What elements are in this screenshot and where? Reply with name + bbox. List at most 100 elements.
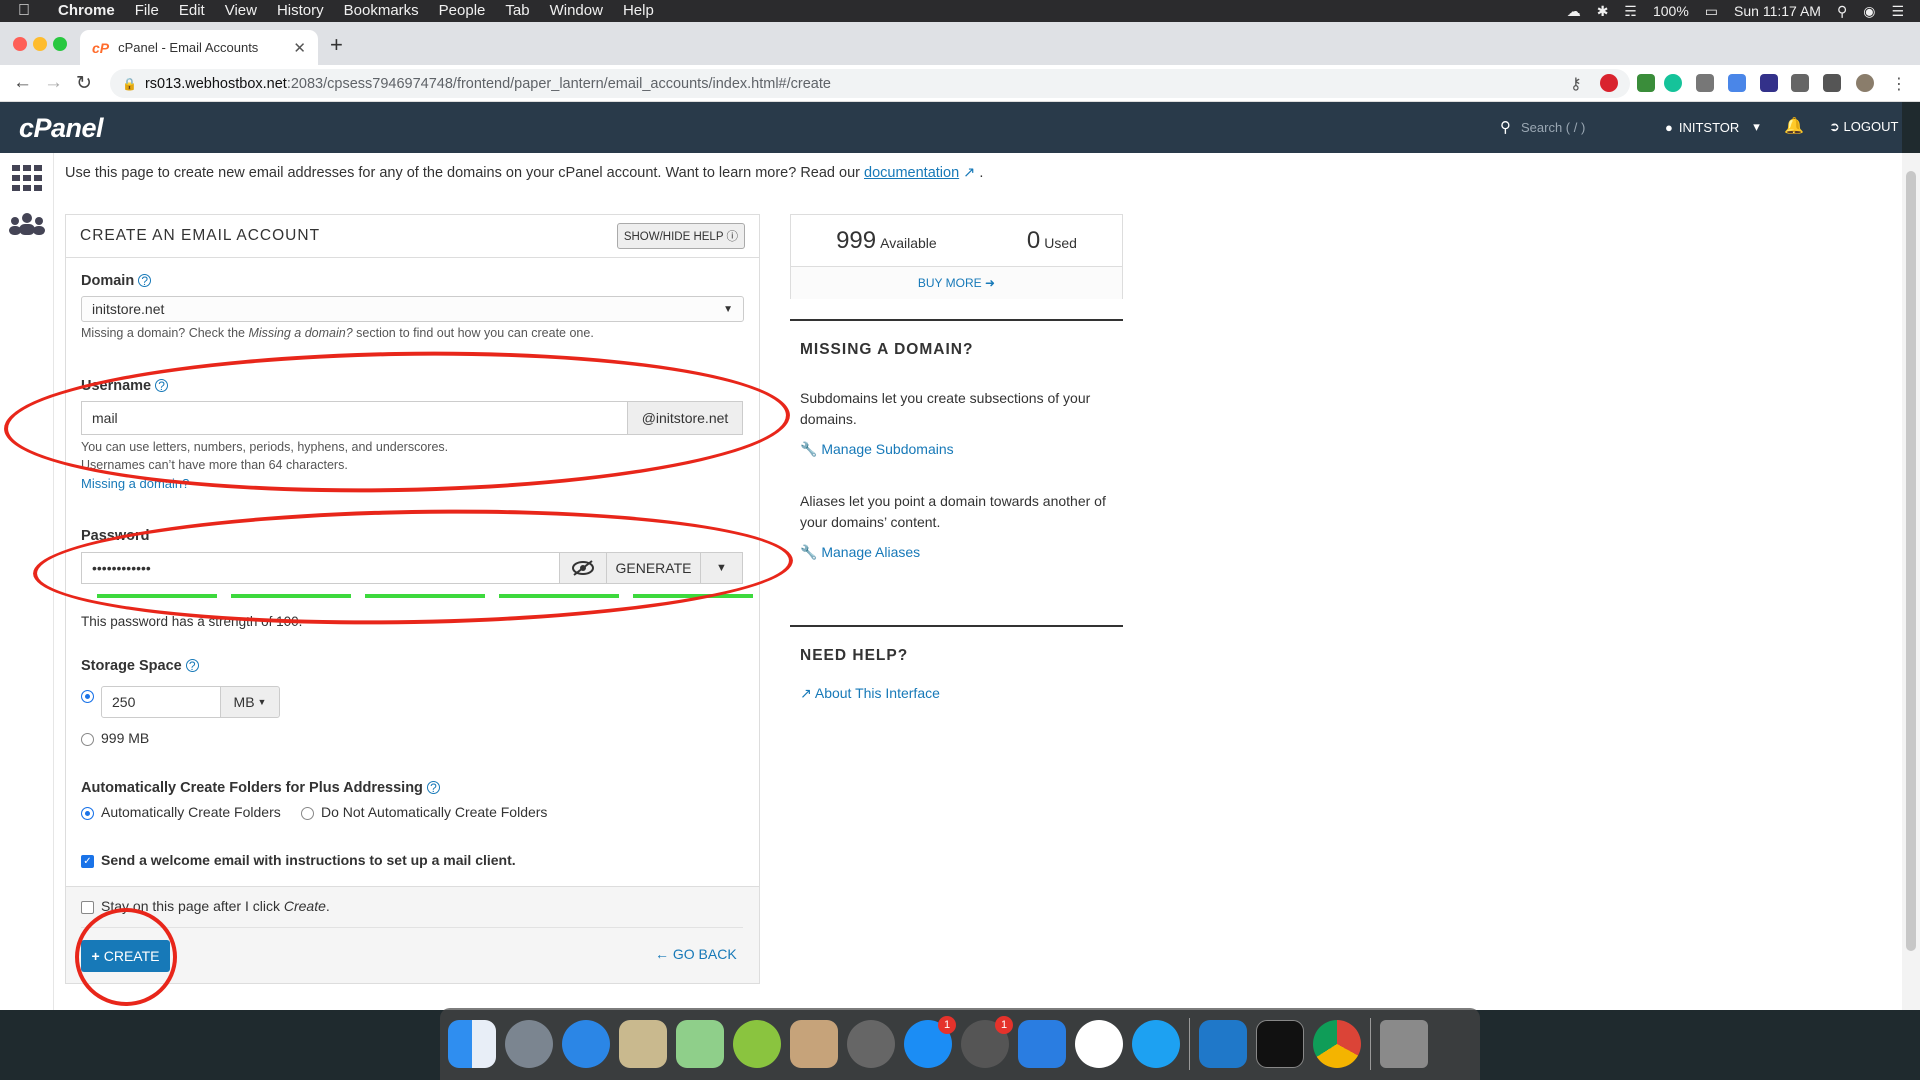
bell-icon[interactable]: 🔔 bbox=[1784, 116, 1804, 136]
extension-edit-icon[interactable] bbox=[1637, 74, 1655, 92]
mail-stamp-icon[interactable] bbox=[619, 1020, 667, 1068]
buy-more-link[interactable]: BUY MORE ➜ bbox=[791, 267, 1122, 299]
search-icon[interactable]: ⚲ bbox=[1500, 118, 1511, 136]
user-menu[interactable]: ● INITSTOR ▾ bbox=[1665, 119, 1760, 135]
cpanel-logo[interactable]: cPanel bbox=[19, 113, 104, 144]
system-preferences-icon[interactable]: 1 bbox=[961, 1016, 1013, 1068]
android-studio-icon[interactable] bbox=[733, 1020, 781, 1068]
siri-icon[interactable]: ◉ bbox=[1863, 3, 1875, 20]
slack-icon[interactable] bbox=[1075, 1020, 1123, 1068]
domain-hint-2: section to find out how you can create o… bbox=[352, 326, 594, 340]
lock-icon[interactable]: 🔒 bbox=[122, 77, 137, 91]
chevron-down-icon: ▾ bbox=[1753, 119, 1760, 134]
available-count: 999 bbox=[836, 226, 877, 254]
close-window-button[interactable] bbox=[13, 37, 27, 51]
creative-cloud-icon[interactable]: ☁ bbox=[1567, 3, 1581, 20]
menu-app[interactable]: Chrome bbox=[48, 0, 125, 22]
scrollbar-thumb[interactable] bbox=[1906, 171, 1916, 951]
auto-folders-radio[interactable] bbox=[81, 807, 94, 820]
translate-extension-icon[interactable] bbox=[1728, 74, 1746, 92]
browser-tab[interactable]: cP cPanel - Email Accounts ✕ bbox=[80, 30, 318, 65]
domain-select[interactable]: initstore.net ▼ bbox=[81, 296, 744, 322]
buy-more-label: BUY MORE bbox=[917, 276, 982, 290]
menu-people[interactable]: People bbox=[429, 0, 496, 22]
wifi-icon[interactable]: ☴ bbox=[1624, 3, 1637, 20]
plus-help-icon[interactable]: ? bbox=[426, 781, 440, 794]
menu-window[interactable]: Window bbox=[540, 0, 613, 22]
profile-avatar[interactable] bbox=[1856, 74, 1874, 92]
grammarly-icon[interactable] bbox=[1664, 74, 1682, 92]
storage-help-icon[interactable]: ? bbox=[185, 659, 199, 672]
menu-view[interactable]: View bbox=[215, 0, 267, 22]
annotation-oval-create bbox=[75, 908, 177, 1006]
users-icon[interactable] bbox=[9, 212, 45, 236]
skype-icon[interactable] bbox=[1132, 1020, 1180, 1068]
reading-list-icon[interactable] bbox=[1823, 74, 1841, 92]
extensions-puzzle-icon[interactable] bbox=[1791, 74, 1809, 92]
tableplus-elephant-icon[interactable] bbox=[847, 1020, 895, 1068]
url-bar[interactable]: 🔒 rs013.webhostbox.net :2083/cpsess79469… bbox=[110, 69, 1630, 98]
finder-icon[interactable] bbox=[448, 1020, 496, 1068]
search-input[interactable]: Search ( / ) bbox=[1521, 120, 1585, 135]
no-auto-folders-radio[interactable] bbox=[301, 807, 314, 820]
menu-edit[interactable]: Edit bbox=[169, 0, 215, 22]
storage-input[interactable]: 250 bbox=[101, 686, 221, 718]
xcode-icon[interactable] bbox=[1018, 1020, 1066, 1068]
forward-icon[interactable]: → bbox=[44, 72, 63, 94]
clock[interactable]: Sun 11:17 AM bbox=[1734, 3, 1821, 19]
manage-aliases-link[interactable]: 🔧 Manage Aliases bbox=[800, 544, 920, 561]
show-hide-help-button[interactable]: SHOW/HIDE HELP ⓘ bbox=[616, 223, 745, 249]
stay-text-2: . bbox=[325, 898, 330, 914]
welcome-email-label: Send a welcome email with instructions t… bbox=[101, 852, 516, 868]
vscode-icon[interactable] bbox=[1199, 1020, 1247, 1068]
hat-extension-icon[interactable] bbox=[1760, 74, 1778, 92]
auto-folders-label: Automatically Create Folders bbox=[101, 804, 281, 820]
chevron-down-icon: ▼ bbox=[723, 303, 733, 315]
new-tab-button[interactable]: + bbox=[330, 32, 343, 58]
camera-extension-icon[interactable] bbox=[1696, 74, 1714, 92]
storage-max-radio[interactable] bbox=[81, 733, 94, 746]
documentation-link[interactable]: documentation bbox=[864, 165, 959, 181]
close-tab-icon[interactable]: ✕ bbox=[293, 39, 306, 57]
caret-down-icon: ▼ bbox=[257, 697, 267, 707]
cpanel-favicon: cP bbox=[92, 39, 110, 56]
chrome-icon[interactable] bbox=[1313, 1020, 1361, 1068]
menu-tab[interactable]: Tab bbox=[495, 0, 539, 22]
chrome-menu-icon[interactable]: ⋮ bbox=[1890, 74, 1908, 93]
spotlight-icon[interactable]: ⚲ bbox=[1837, 3, 1847, 20]
apple-icon[interactable]:  bbox=[0, 2, 48, 20]
storage-unit-dropdown[interactable]: MB ▼ bbox=[220, 686, 280, 718]
storage-custom-radio[interactable] bbox=[81, 690, 94, 703]
scrollbar[interactable] bbox=[1902, 153, 1920, 1010]
launchpad-icon[interactable] bbox=[505, 1020, 553, 1068]
stay-on-page-checkbox[interactable] bbox=[81, 901, 94, 914]
bluetooth-icon[interactable]: ✱ bbox=[1597, 3, 1609, 20]
go-back-link[interactable]: ← GO BACK bbox=[655, 946, 737, 962]
reload-icon[interactable]: ↻ bbox=[76, 72, 92, 95]
external-link-icon[interactable]: ↗ bbox=[959, 165, 975, 181]
about-interface-link[interactable]: ↗ About This Interface bbox=[800, 685, 940, 702]
welcome-email-checkbox[interactable]: ✓ bbox=[81, 855, 94, 868]
opera-extension-icon[interactable] bbox=[1600, 74, 1618, 92]
safari-icon[interactable] bbox=[562, 1020, 610, 1068]
back-icon[interactable]: ← bbox=[13, 72, 32, 94]
menu-file[interactable]: File bbox=[125, 0, 169, 22]
cpanel-search[interactable]: ⚲ Search ( / ) bbox=[1500, 118, 1585, 136]
grid-icon[interactable] bbox=[12, 165, 42, 191]
trash-icon[interactable] bbox=[1380, 1020, 1428, 1068]
menu-help[interactable]: Help bbox=[613, 0, 664, 22]
zoom-window-button[interactable] bbox=[53, 37, 67, 51]
app-store-icon[interactable]: 1 bbox=[904, 1016, 956, 1068]
notification-center-icon[interactable]: ☰ bbox=[1891, 3, 1904, 20]
battery-percent[interactable]: 100% bbox=[1653, 3, 1689, 19]
menu-bookmarks[interactable]: Bookmarks bbox=[334, 0, 429, 22]
manage-subdomains-link[interactable]: 🔧 Manage Subdomains bbox=[800, 441, 954, 458]
menu-history[interactable]: History bbox=[267, 0, 334, 22]
domain-help-icon[interactable]: ? bbox=[138, 274, 152, 287]
maps-icon[interactable] bbox=[676, 1020, 724, 1068]
minimize-window-button[interactable] bbox=[33, 37, 47, 51]
logout-link[interactable]: ➲ LOGOUT bbox=[1829, 119, 1898, 135]
terminal-icon[interactable] bbox=[1256, 1020, 1304, 1068]
calculator-icon[interactable] bbox=[790, 1020, 838, 1068]
key-icon[interactable]: ⚷ bbox=[1570, 74, 1582, 94]
